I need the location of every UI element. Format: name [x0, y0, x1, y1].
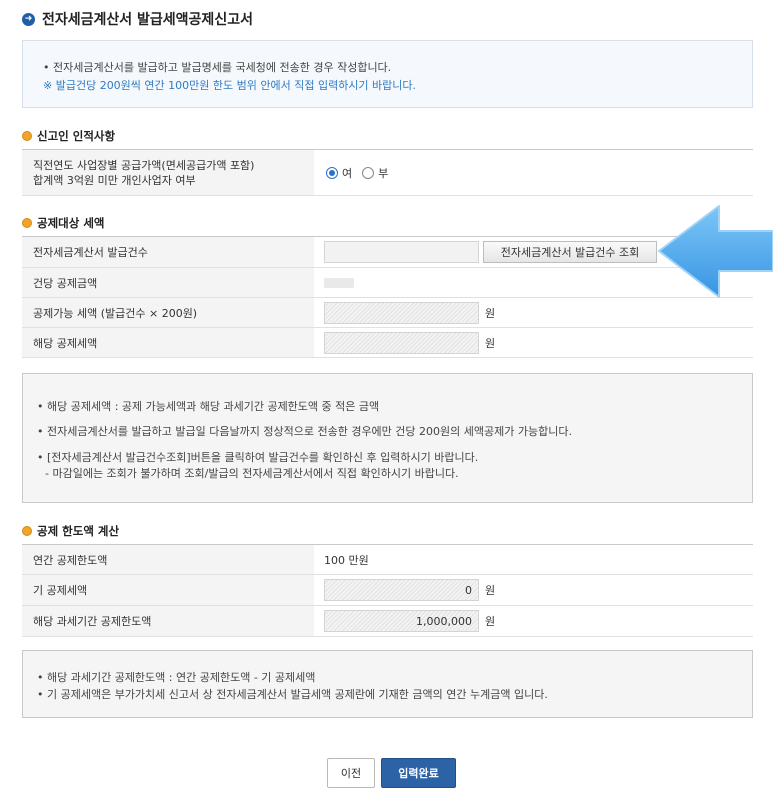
issue-count-lookup-button[interactable]: 전자세금계산서 발급건수 조회 — [483, 241, 657, 263]
row-label: 전자세금계산서 발급건수 — [22, 237, 314, 267]
section-heading-deduction-target: 공제대상 세액 — [22, 215, 104, 231]
period-limit-input: 1,000,000 — [324, 610, 479, 632]
bullet-dot-icon — [22, 526, 32, 536]
limit-table: 연간 공제한도액 100 만원 기 공제세액 0 원 해당 과세기간 공제한도액… — [22, 544, 753, 637]
deductible-tax-input — [324, 301, 479, 324]
row-label: 공제가능 세액 (발급건수 × 200원) — [22, 298, 314, 327]
table-row: 건당 공제금액 — [22, 268, 753, 298]
section-heading-text: 공제 한도액 계산 — [37, 524, 120, 538]
row-label: 해당 공제세액 — [22, 328, 314, 357]
note-line: - 마감일에는 조회가 불가하며 조회/발급의 전자세금계산서에서 직접 확인하… — [45, 467, 459, 480]
per-item-amount-value — [324, 277, 354, 288]
section-heading-text: 공제대상 세액 — [37, 216, 105, 230]
radio-yes-label[interactable]: 여 — [342, 165, 352, 181]
row-label: 연간 공제한도액 — [22, 545, 314, 574]
deduction-target-table: 전자세금계산서 발급건수 전자세금계산서 발급건수 조회 건당 공제금액 공제가… — [22, 236, 753, 358]
row-label-line-2: 합계액 3억원 미만 개인사업자 여부 — [33, 173, 196, 187]
table-row: 공제가능 세액 (발급건수 × 200원) 원 — [22, 298, 753, 328]
section-heading-text: 신고인 인적사항 — [37, 129, 116, 143]
radio-no-label[interactable]: 부 — [378, 165, 388, 181]
table-row: 연간 공제한도액 100 만원 — [22, 545, 753, 575]
table-row: 기 공제세액 0 원 — [22, 575, 753, 606]
row-label: 기 공제세액 — [22, 575, 314, 605]
annual-limit-value: 100 만원 — [324, 553, 369, 567]
info-box: • 전자세금계산서를 발급하고 발급명세를 국세청에 전송한 경우 작성합니다.… — [22, 40, 753, 108]
note-line: • 해당 공제세액 : 공제 가능세액과 해당 과세기간 공제한도액 중 적은 … — [37, 400, 380, 413]
arrow-right-circle-icon: ➜ — [22, 12, 35, 26]
row-label: 건당 공제금액 — [22, 268, 314, 297]
submit-button[interactable]: 입력완료 — [381, 758, 456, 788]
previous-deduction-input: 0 — [324, 579, 479, 601]
applicable-deduction-input — [324, 331, 479, 354]
unit-label: 원 — [485, 615, 496, 628]
radio-yes[interactable] — [326, 166, 338, 179]
unit-label: 원 — [485, 336, 496, 350]
radio-group: 여 부 — [314, 150, 753, 195]
pointer-arrow-icon — [658, 205, 773, 298]
table-row: 해당 과세기간 공제한도액 1,000,000 원 — [22, 606, 753, 637]
note-line: • 기 공제세액은 부가가치세 신고서 상 전자세금계산서 발급세액 공제란에 … — [37, 688, 548, 701]
bullet-dot-icon — [22, 218, 32, 228]
info-line-2: ※ 발급건당 200원씩 연간 100만원 한도 범위 안에서 직접 입력하시기… — [43, 79, 417, 92]
unit-label: 원 — [485, 306, 496, 320]
note-line: • 해당 과세기간 공제한도액 : 연간 공제한도액 - 기 공제세액 — [37, 671, 316, 684]
table-row: 직전연도 사업장별 공급가액(면세공급가액 포함) 합계액 3억원 미만 개인사… — [22, 150, 753, 196]
bullet-dot-icon — [22, 131, 32, 141]
issue-count-input[interactable] — [324, 241, 479, 263]
prev-button[interactable]: 이전 — [327, 758, 375, 788]
table-row: 전자세금계산서 발급건수 전자세금계산서 발급건수 조회 — [22, 237, 753, 268]
note-line: • [전자세금계산서 발급건수조회]버튼을 클릭하여 발급건수를 확인하신 후 … — [37, 451, 479, 464]
radio-no[interactable] — [362, 166, 375, 179]
row-label: 직전연도 사업장별 공급가액(면세공급가액 포함) 합계액 3억원 미만 개인사… — [22, 150, 314, 195]
row-label-line-1: 직전연도 사업장별 공급가액(면세공급가액 포함) — [33, 158, 255, 172]
section-heading-reporter: 신고인 인적사항 — [22, 128, 115, 144]
unit-label: 원 — [485, 584, 496, 597]
row-label: 해당 과세기간 공제한도액 — [22, 606, 314, 636]
info-line-1: • 전자세금계산서를 발급하고 발급명세를 국세청에 전송한 경우 작성합니다. — [43, 61, 392, 74]
table-row: 해당 공제세액 원 — [22, 328, 753, 358]
page-title: ➜ 전자세금계산서 발급세액공제신고서 — [22, 8, 253, 30]
page-title-text: 전자세금계산서 발급세액공제신고서 — [42, 12, 253, 28]
note-line: • 전자세금계산서를 발급하고 발급일 다음날까지 정상적으로 전송한 경우에만… — [37, 425, 572, 438]
section-heading-limit: 공제 한도액 계산 — [22, 523, 119, 539]
note-box-limit: • 해당 과세기간 공제한도액 : 연간 공제한도액 - 기 공제세액 • 기 … — [22, 650, 753, 718]
reporter-table: 직전연도 사업장별 공급가액(면세공급가액 포함) 합계액 3억원 미만 개인사… — [22, 149, 753, 196]
note-box-deduction: • 해당 공제세액 : 공제 가능세액과 해당 과세기간 공제한도액 중 적은 … — [22, 373, 753, 503]
